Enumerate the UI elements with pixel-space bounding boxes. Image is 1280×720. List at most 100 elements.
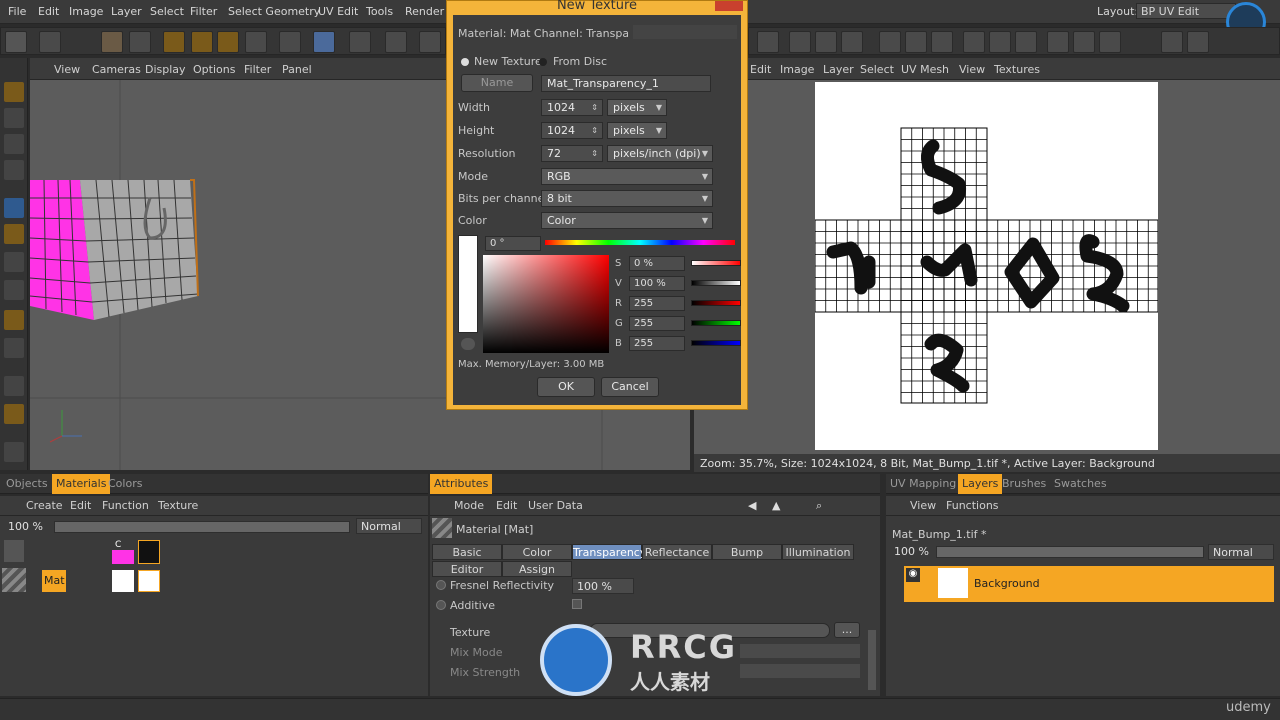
additive-radio[interactable] xyxy=(436,600,446,610)
width-unit-select[interactable]: pixels ▼ xyxy=(607,99,667,116)
uv-tool-7-icon[interactable] xyxy=(931,31,953,53)
tab-uv-mapping[interactable]: UV Mapping xyxy=(890,477,956,490)
g-slider[interactable] xyxy=(691,320,741,326)
uv-tool-2-icon[interactable] xyxy=(789,31,811,53)
s-slider[interactable] xyxy=(691,260,741,266)
tab-editor[interactable]: Editor xyxy=(432,561,502,577)
r-input[interactable]: 255 xyxy=(629,296,685,311)
uv-tool-3-icon[interactable] xyxy=(815,31,837,53)
materials-zoom[interactable]: 100 % xyxy=(4,519,52,535)
tab-transparency[interactable]: Transparency xyxy=(572,544,646,560)
tab-colors[interactable]: Colors xyxy=(108,477,142,490)
new-texture-option[interactable]: New Texture xyxy=(474,55,542,68)
materials-blend-select[interactable]: Normal xyxy=(356,518,422,534)
uv-menu-layer[interactable]: Layer xyxy=(823,63,854,76)
uv-tool-11-icon[interactable] xyxy=(1047,31,1069,53)
line-icon[interactable] xyxy=(4,376,24,396)
height-stepper-icon[interactable]: ⇕ xyxy=(591,124,598,137)
eye-icon[interactable]: ◉ xyxy=(906,568,920,582)
material-bump-thumb[interactable] xyxy=(138,570,160,592)
s-input[interactable]: 0 % xyxy=(629,256,685,271)
uv-menu-uv-mesh[interactable]: UV Mesh xyxy=(901,63,949,76)
ok-button[interactable]: OK xyxy=(537,377,595,397)
menu-filter[interactable]: Filter xyxy=(190,5,217,18)
uv-tool-15-icon[interactable] xyxy=(1187,31,1209,53)
bits-select[interactable]: 8 bit ▼ xyxy=(541,190,713,207)
scale-icon[interactable] xyxy=(191,31,213,53)
fill-icon[interactable] xyxy=(4,280,24,300)
resolution-input[interactable]: 72 ⇕ xyxy=(541,145,603,162)
cancel-button[interactable]: Cancel xyxy=(601,377,659,397)
additive-checkbox[interactable] xyxy=(572,599,582,609)
stamp-icon[interactable] xyxy=(4,224,24,244)
width-stepper-icon[interactable]: ⇕ xyxy=(591,101,598,114)
layers-blend-select[interactable]: Normal xyxy=(1208,544,1274,560)
tab-illumination[interactable]: Illumination xyxy=(782,544,854,560)
smudge-icon[interactable] xyxy=(4,310,24,330)
tab-attributes[interactable]: Attributes xyxy=(430,474,493,494)
height-input[interactable]: 1024 ⇕ xyxy=(541,122,603,139)
tab-color[interactable]: Color xyxy=(502,544,572,560)
undo-icon[interactable] xyxy=(39,31,61,53)
viewport-menu-filter[interactable]: Filter xyxy=(244,63,271,76)
from-disc-option[interactable]: From Disc xyxy=(553,55,607,68)
picker-toggle-icon[interactable] xyxy=(461,338,475,350)
new-texture-radio[interactable] xyxy=(461,58,469,66)
eraser-icon[interactable] xyxy=(4,252,24,272)
hue-input[interactable]: 0 ° xyxy=(485,236,541,251)
uv-tool-10-icon[interactable] xyxy=(1015,31,1037,53)
brush-tool-icon[interactable] xyxy=(4,198,24,218)
dodge-icon[interactable] xyxy=(4,338,24,358)
selection-icon[interactable] xyxy=(129,31,151,53)
rect-select-icon[interactable] xyxy=(4,108,24,128)
grid-select-icon[interactable] xyxy=(4,160,24,180)
attributes-menu-edit[interactable]: Edit xyxy=(496,499,517,512)
mode-select[interactable]: RGB ▼ xyxy=(541,168,713,185)
uv-tool-9-icon[interactable] xyxy=(989,31,1011,53)
move-icon[interactable] xyxy=(163,31,185,53)
layer-name[interactable]: Background xyxy=(974,577,1040,590)
layers-zoom[interactable]: 100 % xyxy=(890,544,936,560)
g-input[interactable]: 255 xyxy=(629,316,685,331)
star-shape-icon[interactable] xyxy=(4,404,24,424)
b-input[interactable]: 255 xyxy=(629,336,685,351)
r-slider[interactable] xyxy=(691,300,741,306)
live-selection-icon[interactable] xyxy=(101,31,123,53)
saturation-value-picker[interactable] xyxy=(483,255,609,353)
material-name[interactable]: Mat xyxy=(42,570,66,592)
mixstrength-slider[interactable] xyxy=(740,664,860,678)
menu-render[interactable]: Render xyxy=(405,5,444,18)
materials-menu-function[interactable]: Function xyxy=(102,499,149,512)
tab-basic[interactable]: Basic xyxy=(432,544,502,560)
menu-tools[interactable]: Tools xyxy=(366,5,393,18)
v-slider[interactable] xyxy=(691,280,741,286)
fresnel-value[interactable]: 100 % xyxy=(572,578,634,594)
tab-objects[interactable]: Objects xyxy=(6,477,48,490)
tab-bump[interactable]: Bump xyxy=(712,544,782,560)
mixmode-select[interactable] xyxy=(740,644,860,658)
material-color-thumb[interactable] xyxy=(112,570,134,592)
uv-tool-6-icon[interactable] xyxy=(905,31,927,53)
color-mode-select[interactable]: Color ▼ xyxy=(541,212,713,229)
materials-menu-edit[interactable]: Edit xyxy=(70,499,91,512)
viewport-menu-display[interactable]: Display xyxy=(145,63,186,76)
menu-edit[interactable]: Edit xyxy=(38,5,59,18)
layers-opacity-slider[interactable] xyxy=(936,546,1204,558)
uv-tool-5-icon[interactable] xyxy=(879,31,901,53)
materials-menu-create[interactable]: Create xyxy=(26,499,63,512)
tab-reflectance[interactable]: Reflectance xyxy=(642,544,712,560)
name-input[interactable]: Mat_Transparency_1 xyxy=(541,75,711,92)
width-input[interactable]: 1024 ⇕ xyxy=(541,99,603,116)
uv-tool-1-icon[interactable] xyxy=(757,31,779,53)
materials-opacity-slider[interactable] xyxy=(54,521,350,533)
eyedropper-icon[interactable] xyxy=(4,442,24,462)
tool-select-icon[interactable] xyxy=(5,31,27,53)
viewport-menu-panel[interactable]: Panel xyxy=(282,63,312,76)
materials-menu-texture[interactable]: Texture xyxy=(158,499,198,512)
uv-menu-select[interactable]: Select xyxy=(860,63,894,76)
move-tool-icon[interactable] xyxy=(4,82,24,102)
resolution-stepper-icon[interactable]: ⇕ xyxy=(591,147,598,160)
uv-tool-4-icon[interactable] xyxy=(841,31,863,53)
tab-materials[interactable]: Materials xyxy=(52,474,111,494)
v-input[interactable]: 100 % xyxy=(629,276,685,291)
